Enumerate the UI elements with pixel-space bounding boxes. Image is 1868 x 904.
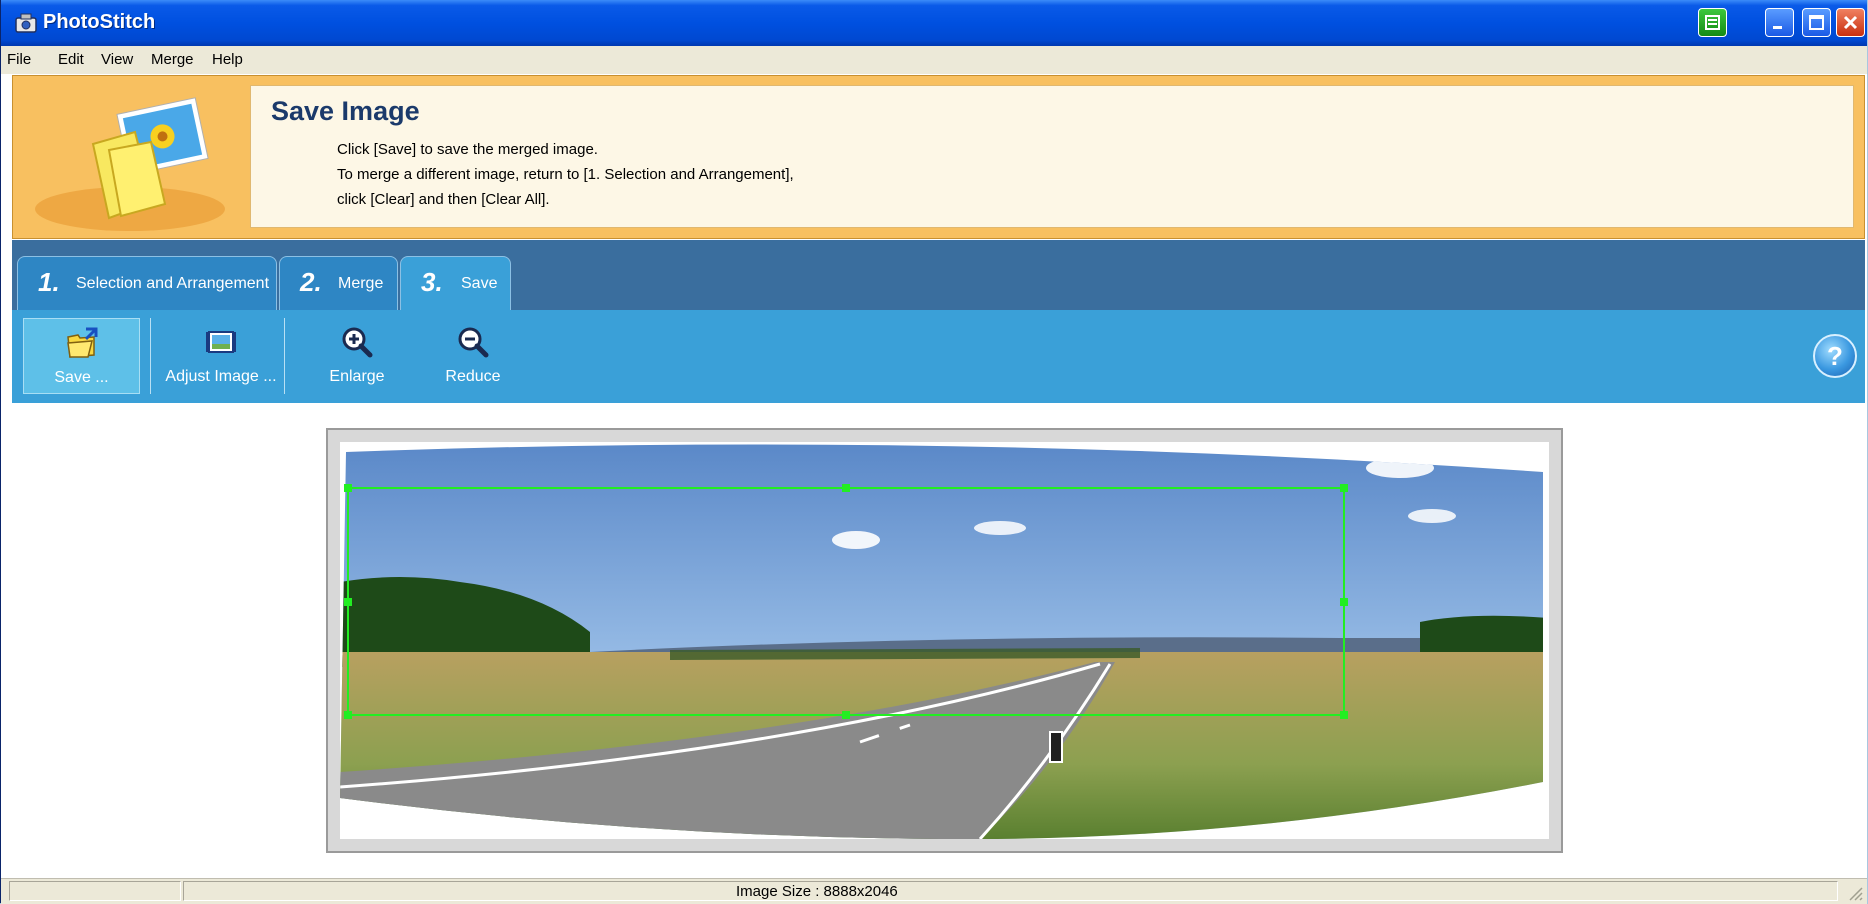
close-button[interactable] [1836, 8, 1865, 37]
window-title: PhotoStitch [43, 11, 156, 33]
tab-save[interactable]: 3. Save [400, 256, 511, 310]
toolbar-separator [150, 318, 151, 394]
save-label: Save ... [54, 369, 109, 386]
extra-window-button[interactable] [1698, 8, 1727, 37]
resize-grip-icon[interactable] [1847, 885, 1863, 901]
image-frame [326, 428, 1563, 853]
menu-bar: File Edit View Merge Help [1, 46, 1867, 74]
panorama-image [340, 444, 1543, 839]
tab-label: Selection and Arrangement [76, 275, 270, 292]
folder-save-icon [66, 327, 97, 358]
image-canvas[interactable] [340, 442, 1549, 839]
maximize-button[interactable] [1802, 8, 1831, 37]
step-header-panel: Save Image Click [Save] to save the merg… [12, 75, 1865, 239]
close-icon [1843, 15, 1858, 30]
tab-merge[interactable]: 2. Merge [279, 256, 398, 310]
toolbar: Save ... Adjust Image ... Enlarge Reduce… [12, 310, 1865, 403]
title-bar[interactable]: PhotoStitch [1, 0, 1867, 46]
reduce-label: Reduce [445, 368, 501, 385]
tab-selection-and-arrangement[interactable]: 1. Selection and Arrangement [17, 256, 277, 310]
image-size-status: Image Size : 8888x2046 [736, 883, 898, 900]
page-title: Save Image [271, 96, 420, 126]
menu-help[interactable]: Help [212, 51, 243, 68]
zoom-out-icon [458, 327, 489, 358]
preview-area [12, 404, 1865, 878]
tab-number: 3. [421, 267, 443, 297]
adjust-image-label: Adjust Image ... [165, 368, 277, 385]
maximize-icon [1809, 15, 1824, 30]
enlarge-label: Enlarge [329, 368, 385, 385]
status-pane-2 [183, 881, 1838, 901]
menu-merge[interactable]: Merge [151, 51, 194, 68]
save-button[interactable]: Save ... [23, 318, 140, 394]
instruction-line-3: click [Clear] and then [Clear All]. [337, 191, 550, 208]
help-icon: ? [1827, 341, 1843, 371]
menu-edit[interactable]: Edit [58, 51, 84, 68]
minimize-button[interactable] [1765, 8, 1794, 37]
header-text-box: Save Image Click [Save] to save the merg… [250, 85, 1854, 228]
menu-view[interactable]: View [101, 51, 133, 68]
instruction-line-2: To merge a different image, return to [1… [337, 166, 794, 183]
reduce-button[interactable]: Reduce [423, 318, 523, 394]
tab-label: Save [461, 275, 498, 292]
tab-number: 1. [38, 267, 60, 297]
minimize-icon [1773, 26, 1782, 29]
folder-photo-icon [35, 97, 225, 231]
adjust-image-icon [206, 331, 236, 353]
toolbar-separator [284, 318, 285, 394]
status-bar: Image Size : 8888x2046 [1, 878, 1867, 904]
step-tabs: 1. Selection and Arrangement 2. Merge 3.… [12, 240, 1865, 310]
help-button[interactable]: ? [1813, 334, 1857, 378]
tab-number: 2. [300, 267, 322, 297]
photostitch-app-icon [15, 13, 37, 33]
app-window: PhotoStitch File Edit View Merge Help Sa… [0, 0, 1867, 904]
status-pane-1 [9, 881, 181, 901]
adjust-image-button[interactable]: Adjust Image ... [156, 318, 286, 394]
instruction-line-1: Click [Save] to save the merged image. [337, 141, 598, 158]
menu-file[interactable]: File [7, 51, 31, 68]
tab-label: Merge [338, 275, 384, 292]
zoom-in-icon [342, 327, 373, 358]
green-tool-icon [1705, 15, 1720, 30]
enlarge-button[interactable]: Enlarge [307, 318, 407, 394]
